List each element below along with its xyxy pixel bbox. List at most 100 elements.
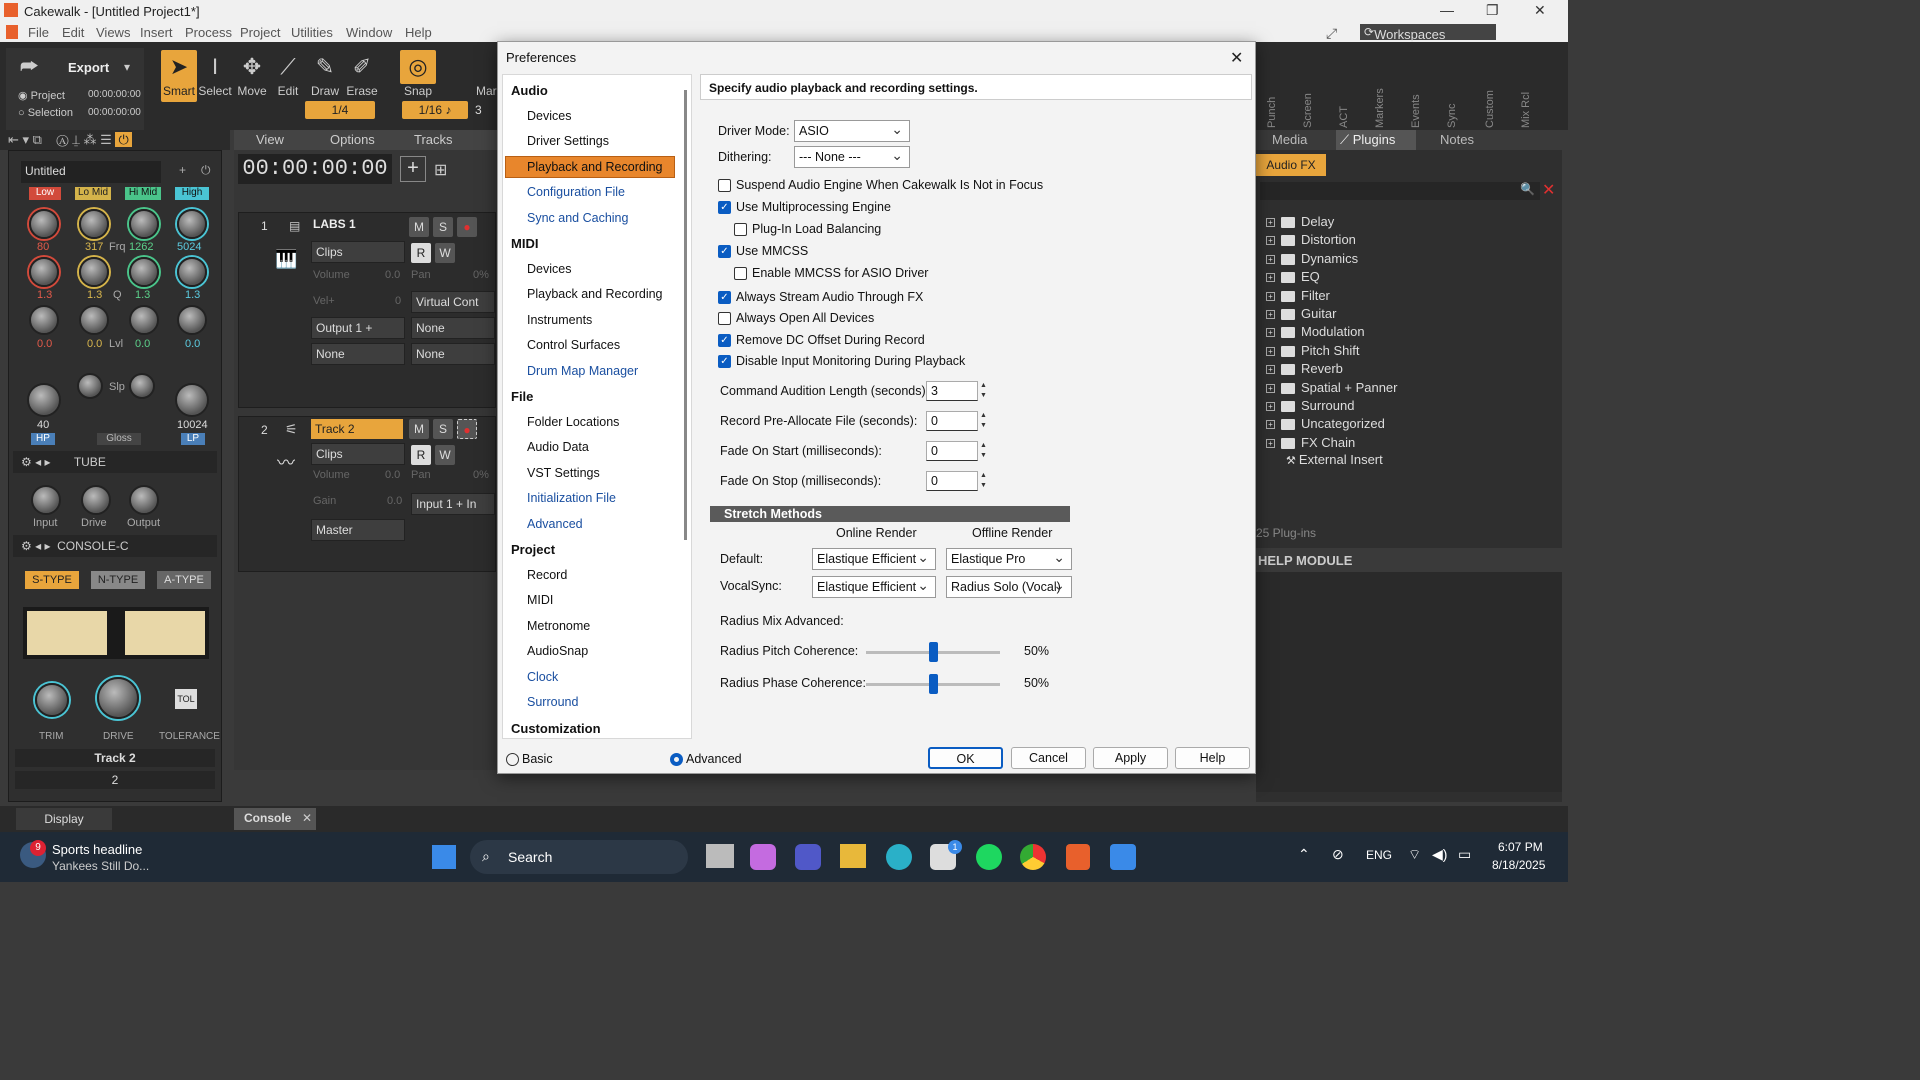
- tube-input-knob[interactable]: [31, 485, 61, 515]
- teams-icon[interactable]: [795, 844, 821, 870]
- project-radio[interactable]: ◉ Project: [18, 89, 65, 102]
- help-button[interactable]: Help: [1175, 747, 1250, 769]
- add-icon[interactable]: +: [179, 163, 186, 177]
- checkbox-icon[interactable]: ✓: [718, 245, 731, 259]
- track-1-output[interactable]: Output 1 +: [311, 317, 405, 339]
- news-headline[interactable]: Sports headline: [52, 842, 142, 857]
- spin-arrows-icon[interactable]: ▲ ▼: [980, 411, 988, 431]
- default-offline-select[interactable]: Elastique Pro: [946, 548, 1072, 570]
- checkbox-icon[interactable]: ✓: [718, 355, 731, 369]
- track-2-output[interactable]: Master: [311, 519, 405, 541]
- custom-module[interactable]: Custom: [1484, 48, 1506, 128]
- smart-tool-button[interactable]: ➤ Smart: [161, 50, 197, 102]
- clock-time[interactable]: 6:07 PM: [1498, 840, 1543, 854]
- draw-tool-button[interactable]: ✎ Draw: [307, 50, 343, 102]
- nav-group[interactable]: MIDI: [511, 236, 538, 251]
- spin-arrows-icon[interactable]: ▲ ▼: [980, 381, 988, 401]
- fullscreen-icon[interactable]: ⤢: [1326, 25, 1337, 42]
- nav-item[interactable]: Playback and Recording: [527, 160, 663, 174]
- plugin-category-item[interactable]: + FX Chain: [1266, 435, 1355, 453]
- track-1-read[interactable]: R: [411, 243, 431, 263]
- plugin-category-item[interactable]: + Guitar: [1266, 306, 1336, 324]
- track-folder-icon[interactable]: ⊞: [434, 160, 447, 180]
- copilot-icon[interactable]: [750, 844, 776, 870]
- vocalsync-offline-select[interactable]: Radius Solo (Vocal): [946, 576, 1072, 598]
- options-menu[interactable]: Options: [330, 132, 375, 147]
- option-checkbox[interactable]: Suspend Audio Engine When Cakewalk Is No…: [718, 178, 1043, 193]
- selection-radio[interactable]: ○ Selection: [18, 107, 73, 119]
- track-1-none-a[interactable]: None: [411, 317, 495, 339]
- track-2-pan[interactable]: Pan 0%: [411, 469, 495, 481]
- export-icon[interactable]: ⮫: [20, 56, 39, 79]
- spotify-icon[interactable]: [976, 844, 1002, 870]
- export-button[interactable]: Export: [68, 60, 109, 75]
- expand-icon[interactable]: +: [1266, 383, 1275, 393]
- nav-item[interactable]: Devices: [527, 262, 571, 276]
- hp-slope-knob[interactable]: [77, 373, 103, 399]
- tracks-menu[interactable]: Tracks: [414, 132, 453, 147]
- option-checkbox[interactable]: Enable MMCSS for ASIO Driver: [734, 266, 928, 281]
- option-checkbox[interactable]: ✓ Disable Input Monitoring During Playbac…: [718, 354, 965, 369]
- nav-item[interactable]: Driver Settings: [527, 134, 609, 148]
- expand-icon[interactable]: +: [1266, 420, 1275, 430]
- dialog-close-icon[interactable]: ✕: [1230, 48, 1243, 68]
- view-menu[interactable]: View: [256, 132, 284, 147]
- move-tool-button[interactable]: ✥ Move: [234, 50, 270, 102]
- track-2-read[interactable]: R: [411, 445, 431, 465]
- nav-item[interactable]: Metronome: [527, 619, 590, 633]
- file-explorer-icon[interactable]: [840, 844, 866, 868]
- nav-item[interactable]: Folder Locations: [527, 415, 619, 429]
- notes-tab[interactable]: Notes: [1440, 132, 1474, 147]
- lp-knob[interactable]: [175, 383, 209, 417]
- track-1-record-icon[interactable]: ●: [457, 217, 477, 237]
- advanced-radio[interactable]: Advanced: [670, 752, 742, 767]
- nav-item[interactable]: Initialization File: [527, 491, 616, 505]
- a-type-button[interactable]: A-TYPE: [157, 571, 211, 589]
- low-freq-knob[interactable]: [29, 209, 59, 239]
- language-indicator[interactable]: ENG: [1366, 848, 1392, 862]
- expand-icon[interactable]: +: [1266, 291, 1275, 301]
- track-2-gain[interactable]: Gain 0.0: [313, 495, 403, 507]
- s-type-button[interactable]: S-TYPE: [25, 571, 79, 589]
- nav-item[interactable]: Control Surfaces: [527, 338, 620, 352]
- nav-item[interactable]: Clock: [527, 670, 558, 684]
- workspaces-dropdown[interactable]: ⟳ Workspaces: [1360, 24, 1496, 42]
- media-tab[interactable]: Media: [1272, 132, 1307, 147]
- track-1-clips-dropdown[interactable]: Clips: [311, 241, 405, 263]
- menu-process[interactable]: Process: [185, 25, 232, 40]
- act-module[interactable]: ACT: [1338, 48, 1360, 128]
- erase-tool-button[interactable]: ✐ Erase: [344, 50, 380, 102]
- app-menu-icon[interactable]: [6, 25, 18, 39]
- plugin-category-item[interactable]: + Reverb: [1266, 361, 1343, 379]
- wifi-icon[interactable]: ⌔: [1408, 846, 1421, 864]
- track-2-solo[interactable]: S: [433, 419, 453, 439]
- nav-item[interactable]: Surround: [527, 695, 578, 709]
- expand-icon[interactable]: +: [1266, 273, 1275, 283]
- band-high[interactable]: High: [175, 187, 209, 200]
- high-level-knob[interactable]: [177, 305, 207, 335]
- nav-item[interactable]: Configuration File: [527, 185, 625, 199]
- network-off-icon[interactable]: ⊘: [1332, 846, 1344, 863]
- band-lomid[interactable]: Lo Mid: [75, 187, 111, 200]
- checkbox-icon[interactable]: ✓: [718, 291, 731, 305]
- track-1-write[interactable]: W: [435, 243, 455, 263]
- option-checkbox[interactable]: ✓ Always Stream Audio Through FX: [718, 290, 923, 305]
- expand-icon[interactable]: +: [1266, 438, 1275, 448]
- select-tool-button[interactable]: I Select: [197, 50, 233, 102]
- spin-input[interactable]: 0: [926, 411, 978, 431]
- default-online-select[interactable]: Elastique Efficient: [812, 548, 936, 570]
- plugin-category-item[interactable]: + Distortion: [1266, 232, 1356, 250]
- himid-q-knob[interactable]: [129, 257, 159, 287]
- track-2-volume[interactable]: Volume 0.0: [313, 469, 403, 481]
- external-insert-item[interactable]: ⚒ External Insert: [1286, 452, 1383, 470]
- console-close-icon[interactable]: ✕: [302, 811, 312, 825]
- task-view-icon[interactable]: [706, 844, 734, 868]
- dithering-select[interactable]: --- None ---: [794, 146, 910, 168]
- expand-icon[interactable]: +: [1266, 236, 1275, 246]
- chrome-icon[interactable]: [1020, 844, 1046, 870]
- menu-insert[interactable]: Insert: [140, 25, 173, 40]
- himid-freq-knob[interactable]: [129, 209, 159, 239]
- track-2-record-icon[interactable]: ●: [457, 419, 477, 439]
- checkbox-icon[interactable]: [718, 179, 731, 193]
- low-level-knob[interactable]: [29, 305, 59, 335]
